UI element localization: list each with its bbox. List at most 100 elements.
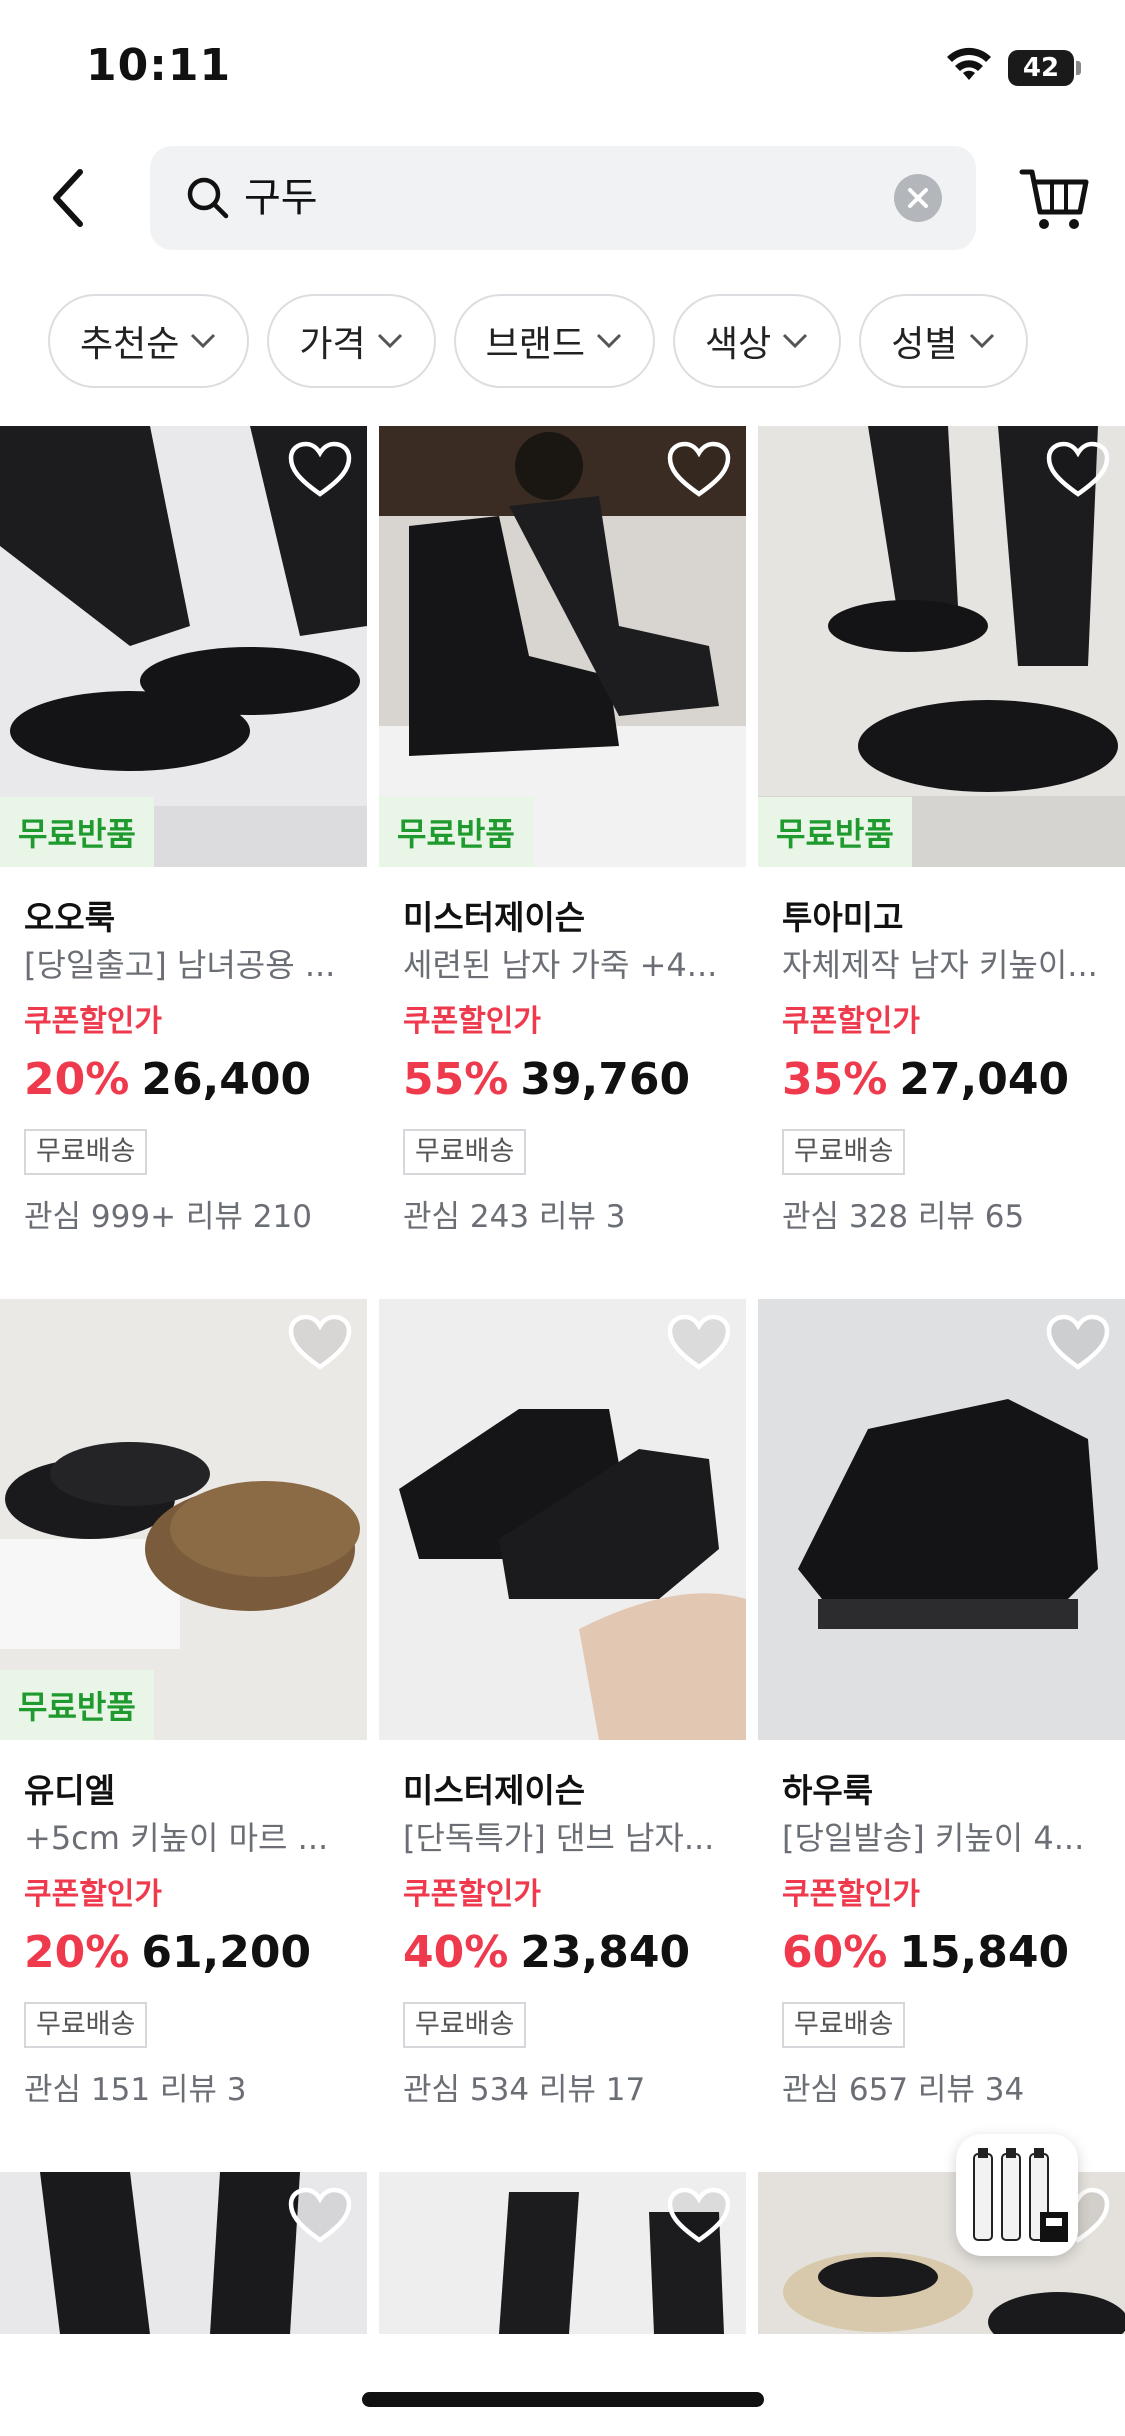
price-row: 55% 39,760: [403, 1050, 746, 1119]
filter-gender[interactable]: 성별: [859, 294, 1028, 388]
heart-icon[interactable]: [287, 440, 353, 500]
gift-icon: [973, 2148, 1068, 2242]
product-stats: 관심 534 리뷰 17: [403, 2072, 646, 2108]
filter-label: 가격: [299, 324, 366, 365]
free-shipping-tag: 무료배송: [24, 2002, 148, 2048]
search-bar[interactable]: 구두: [150, 146, 976, 250]
product-stats: 관심 657 리뷰 34: [782, 2072, 1025, 2108]
home-indicator[interactable]: [362, 2392, 764, 2407]
search-query[interactable]: 구두: [244, 170, 318, 226]
filter-sort[interactable]: 추천순: [48, 294, 250, 388]
heart-icon[interactable]: [287, 2186, 353, 2246]
coupon-label: 쿠폰할인가: [782, 1877, 920, 1912]
product-image[interactable]: 무료반품: [0, 426, 367, 867]
product-info: 미스터제이슨 [단독특가] 댄브 남자... 쿠폰할인가 40% 23,840 무…: [403, 1769, 746, 2120]
coupon-label: 쿠폰할인가: [403, 1004, 541, 1039]
coupon-label: 쿠폰할인가: [782, 1004, 920, 1039]
heart-icon[interactable]: [1045, 1313, 1111, 1373]
product-info: 투아미고 자체제작 남자 키높이... 쿠폰할인가 35% 27,040 무료배송…: [782, 896, 1125, 1247]
filter-chips: 추천순 가격 브랜드 색상 성별: [48, 294, 1125, 390]
status-time: 10:11: [86, 40, 232, 91]
product-image[interactable]: 무료반품: [758, 426, 1125, 867]
product-info: 미스터제이슨 세련된 남자 가죽 +4... 쿠폰할인가 55% 39,760 무…: [403, 896, 746, 1247]
coupon-label: 쿠폰할인가: [24, 1877, 162, 1912]
chevron-down-icon: [191, 333, 216, 349]
discount-rate: 20%: [24, 1927, 130, 1978]
product-stats: 관심 243 리뷰 3: [403, 1199, 626, 1235]
free-shipping-tag: 무료배송: [403, 1129, 527, 1175]
filter-label: 성별: [891, 324, 958, 365]
free-shipping-tag: 무료배송: [782, 2002, 906, 2048]
gift-floating-button[interactable]: [956, 2134, 1078, 2256]
product-brand: 하우룩: [782, 1771, 874, 1810]
status-bar: 10:11 42: [0, 0, 1125, 140]
product-brand: 유디엘: [24, 1771, 116, 1810]
price: 39,760: [520, 1054, 691, 1105]
discount-rate: 60%: [782, 1927, 888, 1978]
product-brand: 오오룩: [24, 898, 116, 937]
discount-rate: 35%: [782, 1054, 888, 1105]
product-image[interactable]: [379, 1299, 746, 1740]
product-info: 유디엘 +5cm 키높이 마르 ... 쿠폰할인가 20% 61,200 무료배송…: [24, 1769, 367, 2120]
price: 15,840: [899, 1927, 1070, 1978]
free-return-badge: 무료반품: [758, 797, 912, 867]
free-shipping-tag: 무료배송: [403, 2002, 527, 2048]
product-name: [단독특가] 댄브 남자...: [403, 1819, 715, 1857]
product-name: 자체제작 남자 키높이...: [782, 946, 1098, 984]
product-info: 오오룩 [당일출고] 남녀공용 ... 쿠폰할인가 20% 26,400 무료배송…: [24, 896, 367, 1247]
product-name: +5cm 키높이 마르 ...: [24, 1819, 329, 1857]
heart-icon[interactable]: [287, 1313, 353, 1373]
price: 26,400: [141, 1054, 312, 1105]
free-return-badge: 무료반품: [0, 797, 154, 867]
product-card[interactable]: [0, 2172, 367, 2334]
back-icon[interactable]: [40, 158, 100, 238]
product-image[interactable]: 무료반품: [379, 426, 746, 867]
free-shipping-tag: 무료배송: [24, 1129, 148, 1175]
chevron-down-icon: [969, 333, 994, 349]
wifi-icon: [947, 47, 991, 80]
price-row: 35% 27,040: [782, 1050, 1125, 1119]
filter-color[interactable]: 색상: [673, 294, 842, 388]
filter-brand[interactable]: 브랜드: [453, 294, 655, 388]
price-row: 20% 61,200: [24, 1923, 367, 1992]
filter-label: 추천순: [80, 324, 180, 365]
product-image[interactable]: [758, 1299, 1125, 1740]
product-stats: 관심 328 리뷰 65: [782, 1199, 1025, 1235]
filter-label: 브랜드: [485, 324, 585, 365]
product-image[interactable]: [0, 2172, 367, 2334]
free-return-badge: 무료반품: [0, 1670, 154, 1740]
product-brand: 투아미고: [782, 898, 904, 937]
price: 61,200: [141, 1927, 312, 1978]
chevron-down-icon: [783, 333, 808, 349]
filter-label: 색상: [705, 324, 772, 365]
clear-icon[interactable]: [894, 174, 942, 222]
product-name: [당일출고] 남녀공용 ...: [24, 946, 336, 984]
heart-icon[interactable]: [1045, 440, 1111, 500]
product-name: [당일발송] 키높이 4...: [782, 1819, 1085, 1857]
heart-icon[interactable]: [666, 440, 732, 500]
chevron-down-icon: [596, 333, 622, 349]
coupon-label: 쿠폰할인가: [403, 1877, 541, 1912]
price: 27,040: [899, 1054, 1070, 1105]
product-image[interactable]: [379, 2172, 746, 2334]
filter-price[interactable]: 가격: [267, 294, 436, 388]
discount-rate: 55%: [403, 1054, 509, 1105]
search-icon: [187, 177, 229, 219]
discount-rate: 20%: [24, 1054, 130, 1105]
coupon-label: 쿠폰할인가: [24, 1004, 162, 1039]
battery-cap: [1076, 61, 1081, 75]
product-stats: 관심 999+ 리뷰 210: [24, 1199, 312, 1235]
price: 23,840: [520, 1927, 691, 1978]
price-row: 60% 15,840: [782, 1923, 1125, 1992]
product-image[interactable]: 무료반품: [0, 1299, 367, 1740]
chevron-down-icon: [377, 333, 402, 349]
product-info: 하우룩 [당일발송] 키높이 4... 쿠폰할인가 60% 15,840 무료배송…: [782, 1769, 1125, 2120]
heart-icon[interactable]: [666, 2186, 732, 2246]
battery-level: 42: [1008, 50, 1074, 86]
product-brand: 미스터제이슨: [403, 898, 586, 937]
heart-icon[interactable]: [666, 1313, 732, 1373]
cart-icon[interactable]: [1018, 162, 1090, 234]
price-row: 20% 26,400: [24, 1050, 367, 1119]
product-card[interactable]: [379, 2172, 746, 2334]
price-row: 40% 23,840: [403, 1923, 746, 1992]
